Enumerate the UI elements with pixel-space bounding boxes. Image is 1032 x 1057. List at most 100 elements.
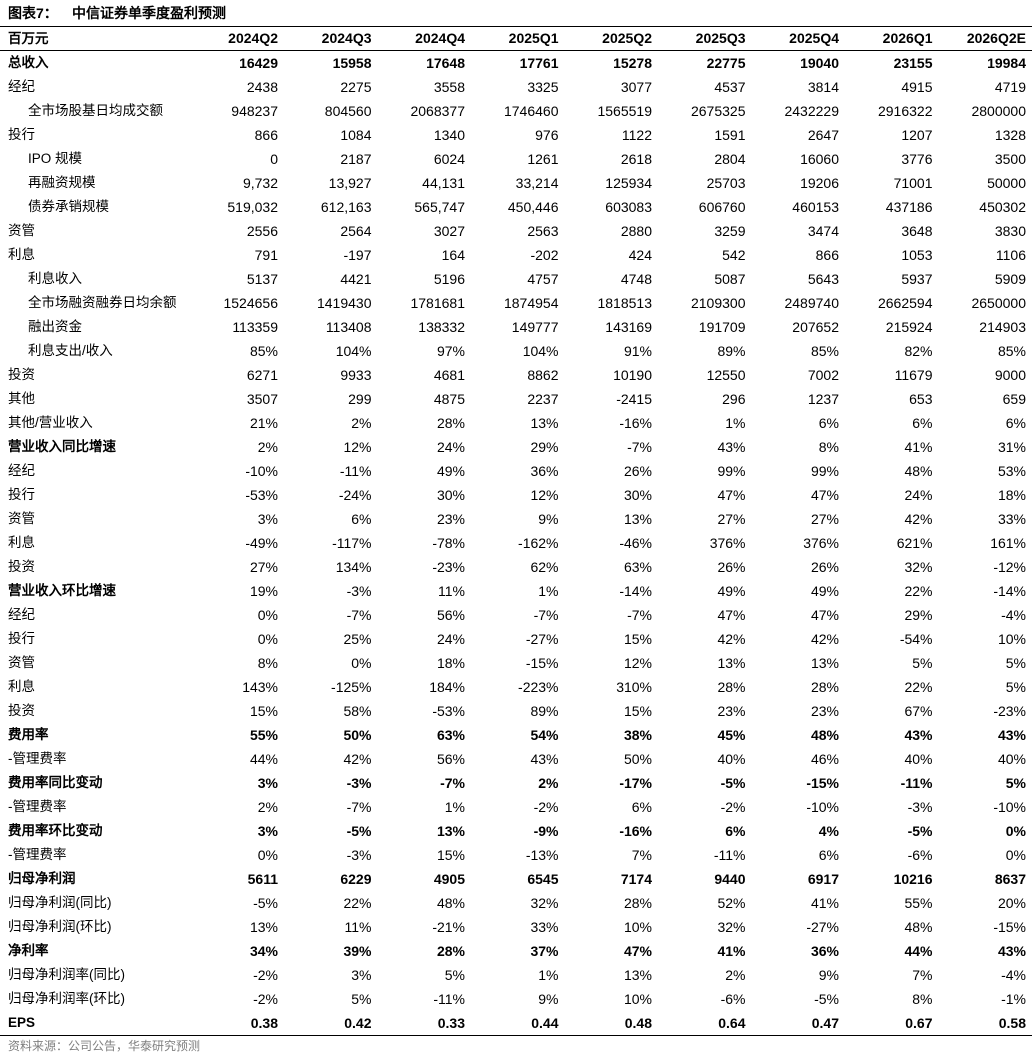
value-cell: 8862 (527, 367, 559, 383)
value-cell: -7% (533, 607, 559, 623)
value-cell: 143169 (605, 319, 652, 335)
value-cell: -17% (619, 775, 652, 791)
value-cell: 1340 (433, 127, 465, 143)
table-row: 资管 3% 6% 23% 9% 13% 27% 27% 42% 33% (0, 507, 1032, 531)
value-cell: 0.42 (344, 1015, 372, 1031)
value-cell: 6% (351, 511, 372, 527)
table-row: 费用率 55% 50% 63% 54% 38% 45% 48% 43% 43% (0, 723, 1032, 747)
value-cell: -1% (1001, 991, 1026, 1007)
value-cell: 1746460 (503, 103, 559, 119)
value-cell: 3259 (714, 223, 746, 239)
value-cell: -14% (993, 583, 1026, 599)
value-cell: 3325 (527, 79, 559, 95)
table-row: 营业收入同比增速 2% 12% 24% 29% -7% 43% 8% 41% 31% (0, 435, 1032, 459)
value-cell: 113359 (232, 319, 278, 335)
row-label: 费用率同比变动 (8, 775, 103, 790)
table-row: 利息 143% -125% 184% -223% 310% 28% 28% 22% 5% (0, 675, 1032, 699)
value-cell: -11% (339, 463, 372, 479)
forecast-table: 百万元 2024Q2 2024Q3 2024Q4 2025Q1 2025Q2 2… (0, 27, 1032, 1036)
value-cell: 42% (717, 631, 746, 647)
value-cell: 15% (436, 847, 465, 863)
figure-title-text: 中信证券单季度盈利预测 (72, 5, 226, 21)
value-cell: 15% (623, 631, 652, 647)
table-row: 其他 3507 299 4875 2237 -2415 296 1237 653 659 (0, 387, 1032, 411)
value-cell: 7% (912, 967, 933, 983)
value-cell: 24% (436, 631, 465, 647)
value-cell: 8637 (994, 871, 1026, 887)
value-cell: 9,732 (242, 175, 278, 191)
value-cell: -10% (245, 463, 278, 479)
value-cell: -49% (245, 535, 278, 551)
value-cell: 19206 (800, 175, 839, 191)
table-row: 归母净利润率(同比) -2% 3% 5% 1% 13% 2% 9% 7% -4% (0, 963, 1032, 987)
value-cell: 184% (429, 679, 465, 695)
value-cell: 46% (810, 751, 839, 767)
value-cell: 89% (530, 703, 559, 719)
table-row: -管理费率 0% -3% 15% -13% 7% -11% 6% -6% 0% (0, 843, 1032, 867)
value-cell: -6% (720, 991, 746, 1007)
table-row: 债券承销规模 519,032 612,163 565,747 450,446 603083… (0, 195, 1032, 219)
value-cell: 2556 (246, 223, 278, 239)
value-cell: 1328 (994, 127, 1026, 143)
value-cell: 437186 (885, 199, 933, 215)
column-header: 2024Q3 (321, 30, 372, 46)
value-cell: 1% (538, 583, 559, 599)
value-cell: 10216 (893, 871, 933, 887)
value-cell: 13% (623, 967, 652, 983)
table-row: 归母净利润 5611 6229 4905 6545 7174 9440 6917 10216 86… (0, 867, 1032, 891)
value-cell: 55% (904, 895, 933, 911)
value-cell: 2650000 (971, 295, 1026, 311)
value-cell: 5% (351, 991, 372, 1007)
value-cell: -2% (253, 967, 278, 983)
value-cell: 1591 (714, 127, 746, 143)
value-cell: 1419430 (316, 295, 372, 311)
value-cell: -11% (713, 847, 746, 863)
value-cell: 3814 (807, 79, 839, 95)
value-cell: 22775 (706, 55, 746, 71)
value-cell: 1% (725, 415, 746, 431)
value-cell: 5% (912, 655, 933, 671)
value-cell: -2% (720, 799, 746, 815)
value-cell: -3% (346, 583, 372, 599)
value-cell: 9% (538, 511, 559, 527)
value-cell: 28% (623, 895, 652, 911)
value-cell: 10% (623, 919, 652, 935)
row-label: 投资 (8, 559, 35, 574)
value-cell: 1053 (901, 247, 933, 263)
value-cell: 63% (623, 559, 652, 575)
value-cell: 4748 (620, 271, 652, 287)
value-cell: 40% (717, 751, 746, 767)
value-cell: 49% (717, 583, 746, 599)
value-cell: 32% (717, 919, 746, 935)
value-cell: 63% (436, 727, 465, 743)
value-cell: 6% (818, 847, 839, 863)
value-cell: 519,032 (227, 199, 278, 215)
value-cell: 2675325 (690, 103, 746, 119)
value-cell: 71001 (893, 175, 933, 191)
value-cell: 33% (530, 919, 559, 935)
row-label: 融出资金 (28, 319, 82, 334)
value-cell: 30% (623, 487, 652, 503)
value-cell: 4421 (340, 271, 372, 287)
value-cell: 85% (810, 343, 839, 359)
value-cell: -53% (432, 703, 465, 719)
value-cell: 0 (270, 151, 278, 167)
row-label: 营业收入同比增速 (8, 439, 116, 454)
table-row: 利息 -49% -117% -78% -162% -46% 376% 376% 621% 161% (0, 531, 1032, 555)
value-cell: 0.47 (811, 1015, 839, 1031)
value-cell: 23% (436, 511, 465, 527)
value-cell: -197 (343, 247, 372, 263)
value-cell: 3027 (433, 223, 465, 239)
row-label: 投资 (8, 367, 35, 382)
value-cell: 2489740 (784, 295, 839, 311)
value-cell: -15% (525, 655, 559, 671)
row-label: EPS (8, 1015, 36, 1030)
figure-title: 图表7： 中信证券单季度盈利预测 (0, 0, 1032, 27)
value-cell: -4% (1001, 607, 1026, 623)
value-cell: -78% (432, 535, 465, 551)
value-cell: -24% (338, 487, 372, 503)
value-cell: -7% (627, 607, 652, 623)
value-cell: 2647 (807, 127, 839, 143)
value-cell: 2% (257, 439, 278, 455)
value-cell: 8% (818, 439, 839, 455)
